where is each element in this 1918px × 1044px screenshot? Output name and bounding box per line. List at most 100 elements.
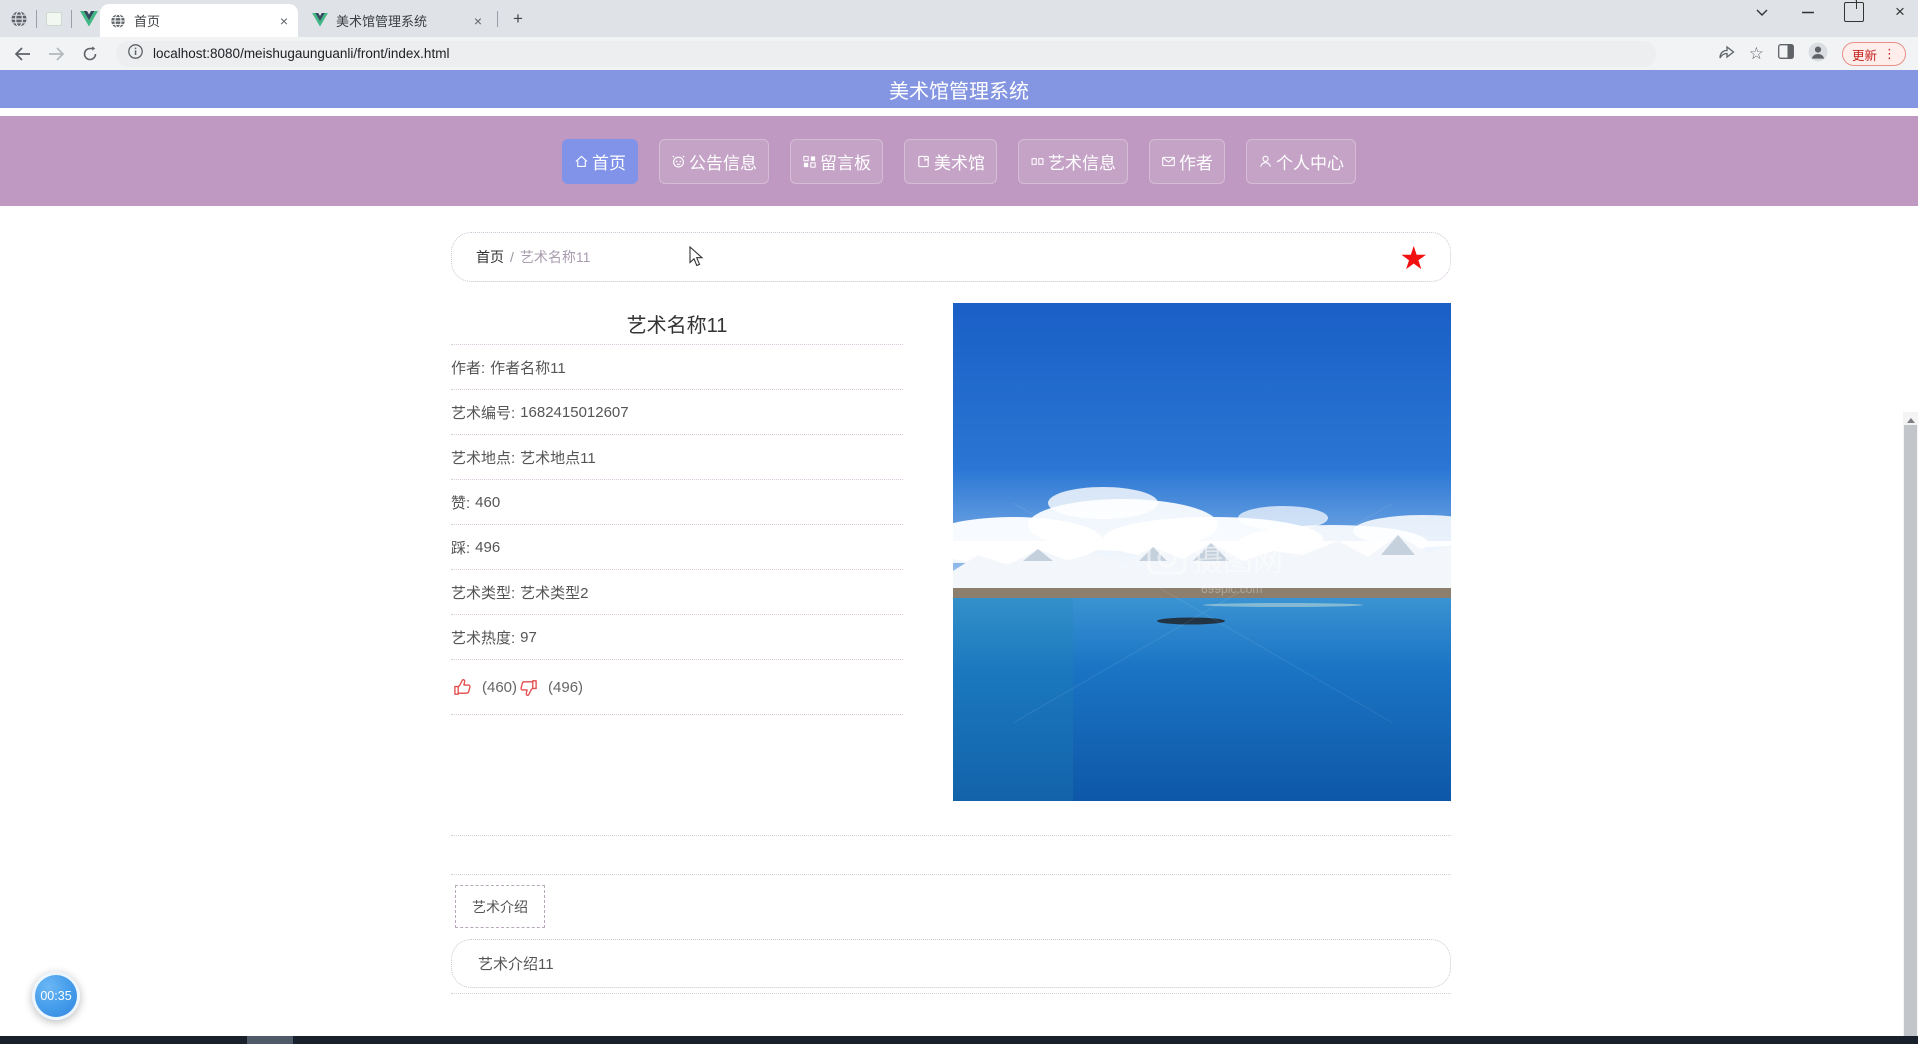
field-value: 艺术地点11: [520, 449, 596, 467]
field-value: 作者名称11: [490, 359, 566, 377]
divider: [497, 11, 498, 27]
announcement-icon: [672, 154, 685, 168]
field-value: 496: [475, 538, 501, 556]
watermark-text: 摄图网: [1193, 545, 1283, 578]
tab-system[interactable]: 美术馆管理系统 ×: [302, 4, 492, 37]
vue-favicon-icon: [312, 12, 328, 29]
nav-label: 美术馆: [934, 153, 985, 173]
divider: [451, 835, 1451, 836]
favorite-star-icon[interactable]: ★: [1399, 239, 1428, 277]
field-value: 460: [475, 493, 501, 511]
taskbar-edge: [0, 1036, 1918, 1044]
close-window-button[interactable]: ×: [1890, 2, 1910, 22]
minimize-button[interactable]: [1798, 2, 1818, 22]
field-value: 1682415012607: [520, 403, 629, 421]
gallery-icon: [918, 155, 929, 167]
tab-art-intro[interactable]: 艺术介绍: [455, 885, 545, 928]
share-icon[interactable]: [1718, 44, 1735, 65]
field-label: 艺术地点:: [451, 449, 516, 467]
art-info-icon: [1031, 157, 1044, 165]
nav-item-art-info[interactable]: 艺术信息: [1018, 138, 1128, 184]
breadcrumb-separator: /: [510, 249, 514, 265]
divider: [451, 993, 1451, 994]
page-icon[interactable]: [45, 10, 63, 28]
field-label: 赞:: [451, 494, 471, 512]
site-info-icon[interactable]: [128, 43, 143, 64]
vue-icon[interactable]: [80, 10, 98, 28]
field-row-dislikes: 踩: 496: [451, 525, 903, 570]
artwork-details: 艺术名称11 作者: 作者名称11 艺术编号: 1682415012607 艺术…: [451, 303, 903, 715]
field-row-likes: 赞: 460: [451, 480, 903, 525]
breadcrumb: 首页 / 艺术名称11 ★: [451, 232, 1451, 282]
watermark-domain: 699pic.com: [1201, 582, 1262, 596]
nav-item-gallery[interactable]: 美术馆: [904, 138, 997, 184]
pinned-icons: [10, 6, 98, 32]
window-menu-chevron-icon[interactable]: [1752, 2, 1772, 22]
browser-window: 首页 × 美术馆管理系统 × + × localhost:8080/meishu…: [0, 0, 1918, 1044]
nav-label: 留言板: [820, 153, 871, 173]
tab-close-icon[interactable]: ×: [474, 13, 482, 29]
field-label: 艺术类型:: [451, 584, 516, 602]
back-icon[interactable]: [10, 42, 34, 66]
divider: [36, 10, 37, 28]
nav-item-profile[interactable]: 个人中心: [1246, 138, 1356, 184]
site-title: 美术馆管理系统: [889, 80, 1029, 103]
bookmark-star-icon[interactable]: ☆: [1749, 44, 1764, 64]
thumbs-up-icon[interactable]: [453, 678, 472, 697]
globe-icon[interactable]: [10, 10, 28, 28]
nav-item-authors[interactable]: 作者: [1149, 138, 1225, 184]
address-bar[interactable]: localhost:8080/meishugaunguanli/front/in…: [116, 40, 1656, 67]
message-board-icon: [803, 155, 816, 168]
nav-label: 首页: [592, 153, 626, 173]
nav-item-message-board[interactable]: 留言板: [790, 138, 883, 184]
new-tab-button[interactable]: +: [506, 7, 530, 31]
reload-icon[interactable]: [78, 42, 102, 66]
thumbs-down-icon[interactable]: [519, 678, 538, 697]
field-label: 艺术热度:: [451, 629, 516, 647]
field-row-author: 作者: 作者名称11: [451, 345, 903, 390]
window-controls: ×: [1752, 0, 1910, 22]
site-header: 美术馆管理系统: [0, 70, 1918, 108]
field-label: 作者:: [451, 359, 486, 377]
update-label: 更新: [1851, 48, 1877, 63]
main-nav: 首页 公告信息 留言板 美术馆 艺术信息 作者 个人中心: [0, 116, 1918, 206]
timer-badge[interactable]: 00:35: [32, 972, 80, 1020]
tab-title: 首页: [134, 14, 161, 29]
restore-button[interactable]: [1844, 0, 1864, 22]
field-row-art-id: 艺术编号: 1682415012607: [451, 390, 903, 435]
nav-label: 作者: [1179, 153, 1213, 173]
artwork-photo[interactable]: 摄图网 699pic.com: [923, 303, 1493, 801]
vote-row: (460) (496): [451, 660, 903, 715]
toolbar-actions: ☆ 更新 ⋮: [1718, 41, 1906, 67]
breadcrumb-current: 艺术名称11: [519, 249, 591, 265]
nav-item-announcements[interactable]: 公告信息: [659, 138, 769, 184]
field-row-type: 艺术类型: 艺术类型2: [451, 570, 903, 615]
nav-label: 个人中心: [1276, 153, 1344, 173]
artwork-title: 艺术名称11: [451, 303, 903, 345]
browser-update-button[interactable]: 更新 ⋮: [1841, 42, 1906, 66]
tab-home[interactable]: 首页 ×: [100, 4, 298, 37]
scrollbar-thumb[interactable]: [1904, 425, 1917, 1044]
mouse-cursor: [689, 245, 704, 272]
breadcrumb-home-link[interactable]: 首页: [476, 247, 504, 267]
home-icon: [575, 155, 588, 167]
forward-icon[interactable]: [44, 42, 68, 66]
field-value: 艺术类型2: [520, 584, 589, 602]
person-icon: [1260, 155, 1271, 167]
profile-avatar-icon[interactable]: [1808, 42, 1828, 67]
field-value: 97: [520, 628, 537, 646]
divider: [71, 10, 72, 28]
nav-item-home[interactable]: 首页: [562, 138, 638, 184]
tab-close-icon[interactable]: ×: [280, 13, 288, 29]
url-text: localhost:8080/meishugaunguanli/front/in…: [153, 46, 450, 61]
scrollbar[interactable]: [1903, 412, 1918, 1044]
like-count: (460): [482, 678, 518, 696]
field-row-popularity: 艺术热度: 97: [451, 615, 903, 660]
envelope-icon: [1162, 156, 1175, 166]
field-label: 艺术编号:: [451, 404, 516, 422]
sidepanel-icon[interactable]: [1778, 44, 1794, 64]
field-row-location: 艺术地点: 艺术地点11: [451, 435, 903, 480]
browser-menu-icon[interactable]: ⋮: [1883, 46, 1896, 62]
tab-strip: 首页 × 美术馆管理系统 × + ×: [0, 0, 1918, 37]
art-intro-text: 艺术介绍11: [451, 939, 1451, 988]
